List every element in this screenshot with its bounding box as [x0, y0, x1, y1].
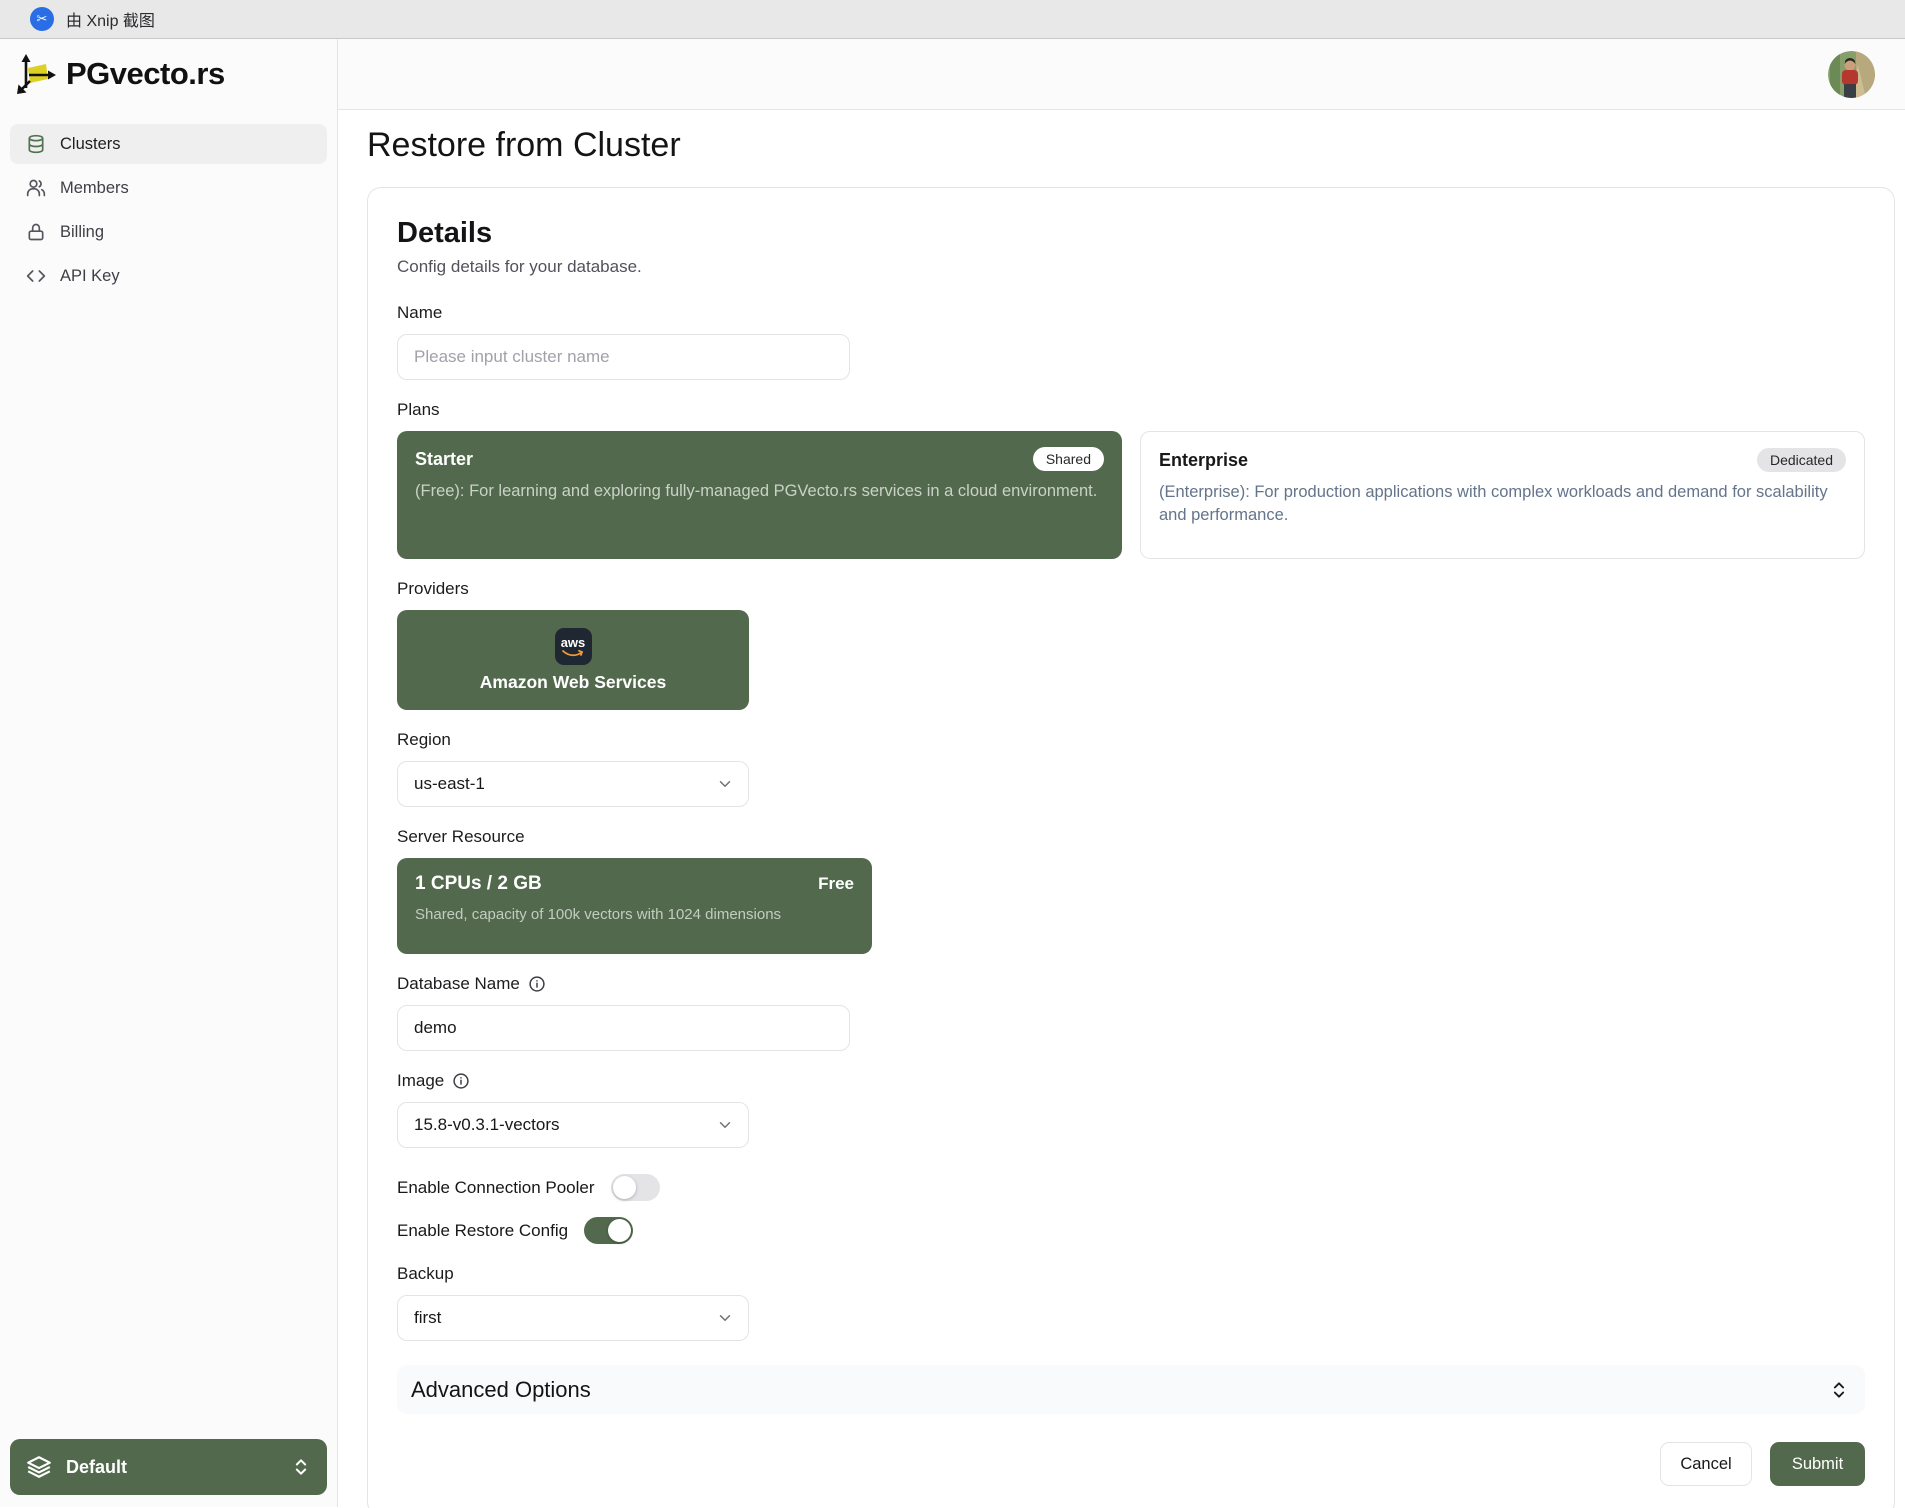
restore-config-toggle[interactable]: [584, 1217, 633, 1244]
cancel-button[interactable]: Cancel: [1660, 1442, 1752, 1486]
brand-logo[interactable]: PGvecto.rs: [0, 39, 337, 110]
image-select[interactable]: 15.8-v0.3.1-vectors: [397, 1102, 749, 1148]
database-name-label: Database Name: [397, 974, 520, 994]
sidebar-nav: Clusters Members: [0, 110, 337, 296]
section-subtitle: Config details for your database.: [397, 257, 1865, 277]
region-select[interactable]: us-east-1: [397, 761, 749, 807]
aws-logo-icon: aws: [555, 628, 592, 665]
providers-label: Providers: [397, 579, 469, 599]
page-content: Restore from Cluster Details Config deta…: [338, 110, 1905, 1508]
layers-icon: [26, 1454, 52, 1480]
sidebar-item-label: API Key: [60, 267, 120, 286]
resource-free-badge: Free: [818, 874, 854, 894]
page-title: Restore from Cluster: [367, 126, 1905, 165]
chevrons-up-down-icon: [1829, 1380, 1849, 1400]
plans-group: Starter Shared (Free): For learning and …: [397, 431, 1865, 559]
image-value: 15.8-v0.3.1-vectors: [414, 1115, 560, 1135]
chevron-down-icon: [716, 1116, 734, 1134]
restore-config-row: Enable Restore Config: [397, 1217, 1865, 1244]
connection-pooler-label: Enable Connection Pooler: [397, 1178, 595, 1198]
os-menubar: ✂ 由 Xnip 截图: [0, 0, 1905, 39]
connection-pooler-row: Enable Connection Pooler: [397, 1174, 1865, 1201]
connection-pooler-toggle[interactable]: [611, 1174, 660, 1201]
image-label: Image: [397, 1071, 444, 1091]
brand-name: PGvecto.rs: [66, 56, 225, 92]
restore-config-label: Enable Restore Config: [397, 1221, 568, 1241]
sidebar-item-label: Members: [60, 179, 129, 198]
sidebar-item-label: Billing: [60, 223, 104, 242]
backup-label: Backup: [397, 1264, 454, 1284]
server-resource-label: Server Resource: [397, 827, 525, 847]
sidebar-item-members[interactable]: Members: [10, 168, 327, 208]
chevrons-up-down-icon: [291, 1457, 311, 1477]
info-icon[interactable]: [528, 975, 546, 993]
database-name-input[interactable]: [397, 1005, 850, 1051]
region-value: us-east-1: [414, 774, 485, 794]
lock-icon: [26, 222, 46, 242]
advanced-options-toggle[interactable]: Advanced Options: [397, 1365, 1865, 1414]
pgvecto-cube-icon: [16, 52, 58, 96]
chevron-down-icon: [716, 775, 734, 793]
plan-badge: Shared: [1033, 447, 1104, 471]
topbar: [338, 39, 1905, 110]
plan-option-starter[interactable]: Starter Shared (Free): For learning and …: [397, 431, 1122, 559]
cluster-name-input[interactable]: [397, 334, 850, 380]
server-resource-option[interactable]: 1 CPUs / 2 GB Free Shared, capacity of 1…: [397, 858, 872, 954]
workspace-name: Default: [66, 1457, 127, 1478]
form-actions: Cancel Submit: [397, 1442, 1865, 1486]
plan-option-enterprise[interactable]: Enterprise Dedicated (Enterprise): For p…: [1140, 431, 1865, 559]
plan-description: (Free): For learning and exploring fully…: [415, 480, 1104, 503]
user-avatar[interactable]: [1828, 51, 1875, 98]
resource-description: Shared, capacity of 100k vectors with 10…: [415, 906, 854, 923]
plan-description: (Enterprise): For production application…: [1159, 481, 1846, 528]
sidebar-item-billing[interactable]: Billing: [10, 212, 327, 252]
sidebar-item-clusters[interactable]: Clusters: [10, 124, 327, 164]
provider-option-aws[interactable]: aws Amazon Web Services: [397, 610, 749, 710]
resource-title: 1 CPUs / 2 GB: [415, 873, 542, 895]
database-icon: [26, 134, 46, 154]
sidebar-item-api-key[interactable]: API Key: [10, 256, 327, 296]
info-icon[interactable]: [452, 1072, 470, 1090]
sidebar: PGvecto.rs Clusters: [0, 39, 338, 1507]
code-icon: [26, 266, 46, 286]
name-label: Name: [397, 303, 442, 323]
users-icon: [26, 178, 46, 198]
backup-value: first: [414, 1308, 441, 1328]
plan-title: Enterprise: [1159, 450, 1248, 471]
region-label: Region: [397, 730, 451, 750]
chevron-down-icon: [716, 1309, 734, 1327]
details-card: Details Config details for your database…: [367, 187, 1895, 1508]
xnip-caption: 由 Xnip 截图: [66, 7, 155, 31]
plans-label: Plans: [397, 400, 440, 420]
xnip-scissors-icon: ✂: [30, 7, 54, 31]
advanced-options-label: Advanced Options: [411, 1377, 591, 1403]
section-title: Details: [397, 217, 1865, 250]
submit-button[interactable]: Submit: [1770, 1442, 1865, 1486]
provider-name: Amazon Web Services: [480, 672, 666, 693]
plan-title: Starter: [415, 449, 473, 470]
backup-select[interactable]: first: [397, 1295, 749, 1341]
plan-badge: Dedicated: [1757, 448, 1846, 472]
workspace-switcher[interactable]: Default: [10, 1439, 327, 1495]
sidebar-item-label: Clusters: [60, 135, 121, 154]
